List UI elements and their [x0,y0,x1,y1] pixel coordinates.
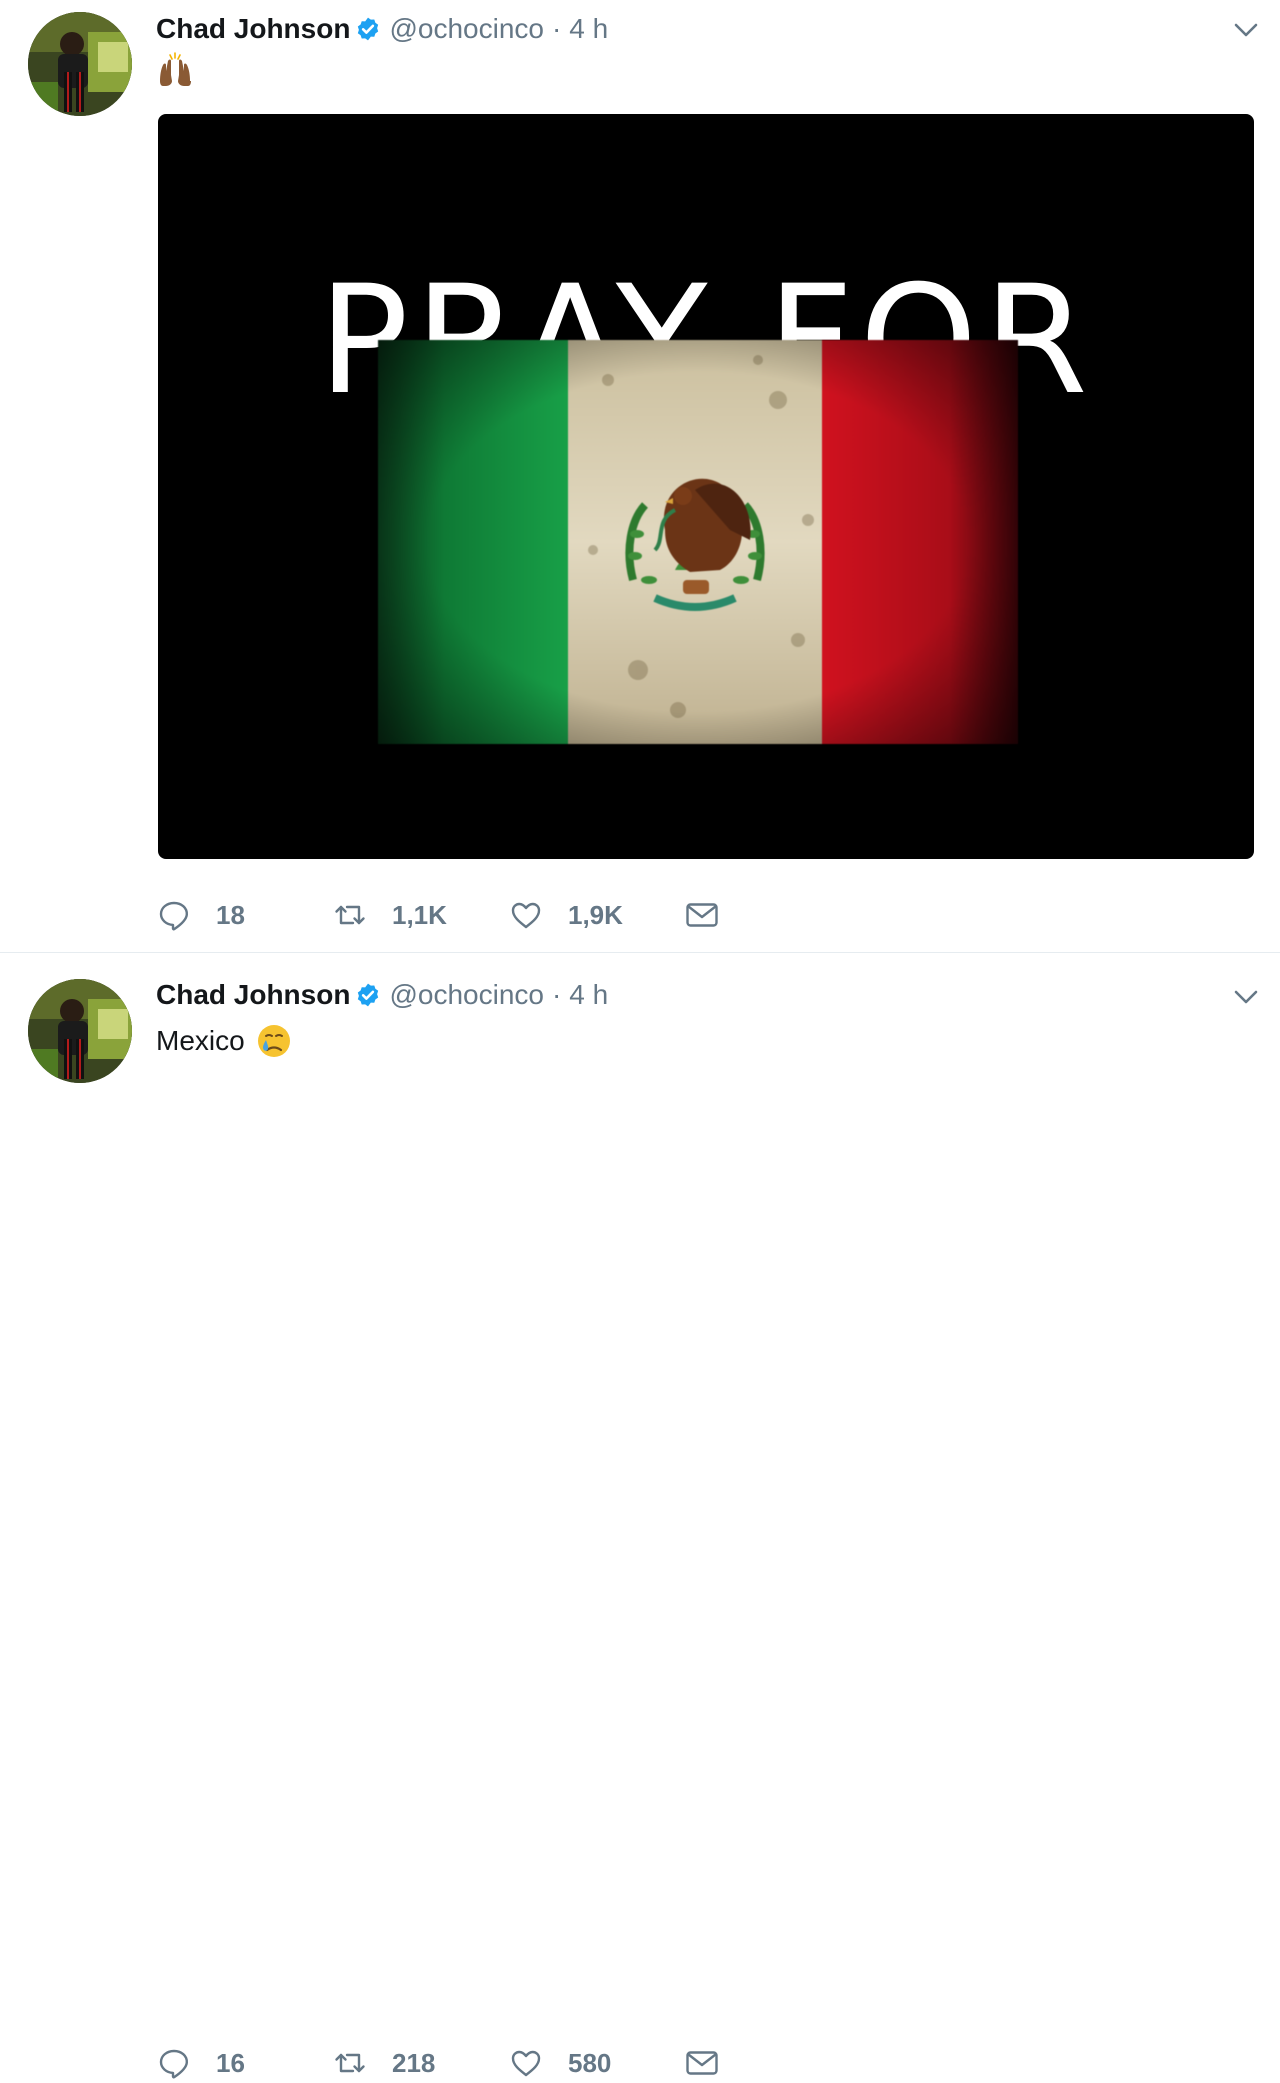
tweet-text: Mexico [156,1019,293,1063]
avatar[interactable] [28,979,132,1083]
retweet-button[interactable]: 218 [332,2045,508,2081]
tweet[interactable]: Chad Johnson @ochocinco · 4 h Mexico 16 … [0,953,1280,2079]
crying-face-emoji [255,1022,293,1060]
like-count: 1,9K [568,899,623,930]
reply-button[interactable]: 18 [156,897,332,933]
reply-count: 16 [216,2047,245,2078]
separator: · [551,13,562,44]
avatar[interactable] [28,12,132,116]
heart-icon [511,2050,541,2077]
retweet-count: 218 [392,2047,436,2078]
tweet-media-image[interactable]: PRAY FOR [158,114,1254,859]
reply-icon [159,2049,189,2079]
tweet-actions: 16 218 580 [156,2043,724,2083]
timestamp[interactable]: 4 h [569,979,608,1011]
raising-hands-emoji [156,51,194,89]
like-count: 580 [568,2047,612,2078]
tweet-header: Chad Johnson @ochocinco · 4 h [156,9,608,49]
reply-count: 18 [216,899,245,930]
user-handle[interactable]: @ochocinco [389,13,544,45]
tweet-body: Mexico [156,1025,245,1056]
tweet-header: Chad Johnson @ochocinco · 4 h [156,975,608,1015]
user-handle[interactable]: @ochocinco [389,979,544,1011]
reply-button[interactable]: 16 [156,2045,332,2081]
direct-message-button[interactable] [684,2045,724,2081]
tweet-text [156,50,194,90]
display-name[interactable]: Chad Johnson [156,13,350,45]
direct-message-button[interactable] [684,897,724,933]
separator: · [551,979,562,1010]
envelope-icon [686,903,718,927]
envelope-icon [686,2051,718,2075]
retweet-count: 1,1K [392,899,447,930]
reply-icon [159,901,189,931]
tweet-actions: 18 1,1K 1,9K [156,895,724,935]
retweet-icon [335,905,365,925]
like-button[interactable]: 580 [508,2045,684,2081]
heart-icon [511,902,541,929]
timestamp[interactable]: 4 h [569,13,608,45]
verified-badge-icon [355,982,381,1008]
like-button[interactable]: 1,9K [508,897,684,933]
chevron-down-icon[interactable] [1230,981,1262,1013]
retweet-button[interactable]: 1,1K [332,897,508,933]
verified-badge-icon [355,16,381,42]
display-name[interactable]: Chad Johnson [156,979,350,1011]
mexico-flag [378,340,1018,744]
retweet-icon [335,2053,365,2073]
chevron-down-icon[interactable] [1230,14,1262,46]
tweet[interactable]: Chad Johnson @ochocinco · 4 h 18 1,1K 1,… [0,0,1280,953]
